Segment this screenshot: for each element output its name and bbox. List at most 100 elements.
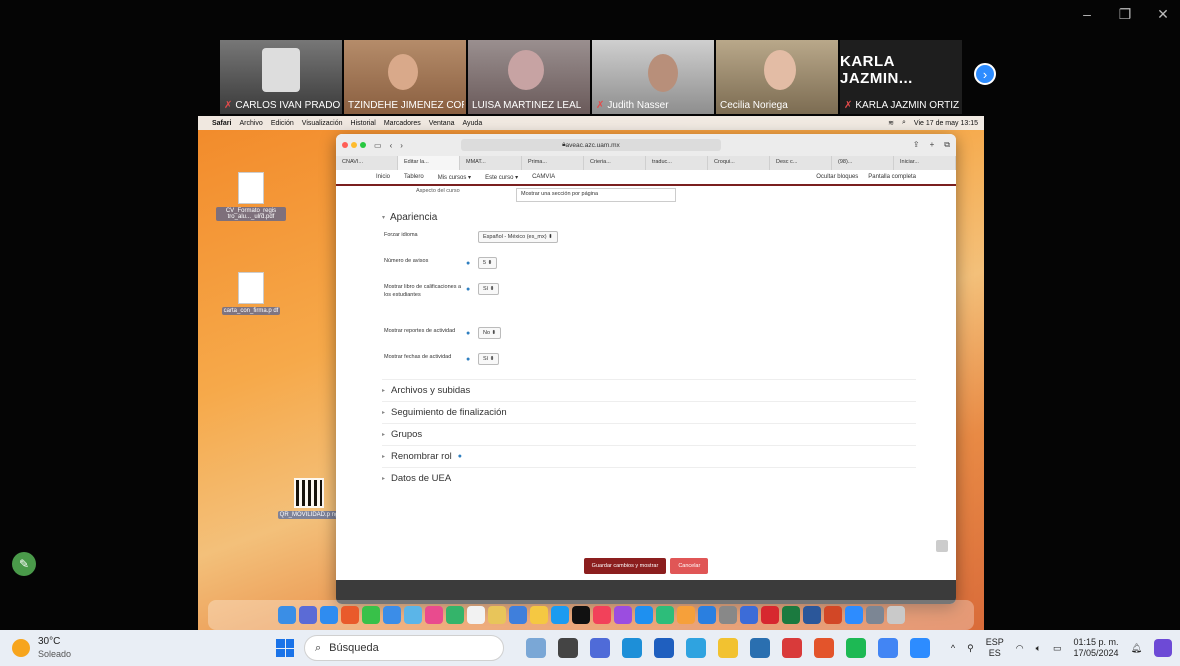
show-dates-select[interactable]: Sí ⬍ (478, 353, 500, 365)
file-explorer-icon[interactable] (718, 638, 738, 658)
course-layout-select[interactable]: Mostrar una sección por página (516, 188, 676, 202)
messages-icon[interactable] (361, 606, 380, 624)
participant-tile-active-speaker[interactable]: TZINDEHE JIMENEZ CORR... (344, 40, 466, 114)
safari-icon[interactable] (319, 606, 338, 624)
office-icon[interactable] (814, 638, 834, 658)
help-icon[interactable]: ● (466, 286, 478, 293)
participant-tile[interactable]: KARLA JAZMIN... ✗ KARLA JAZMIN ORTIZ ... (840, 40, 962, 114)
battery-icon[interactable]: ▭ (1053, 643, 1062, 654)
keynote-icon[interactable] (697, 606, 716, 624)
taskbar-clock[interactable]: 01:15 p. m. 17/05/2024 (1074, 637, 1119, 659)
copilot-icon[interactable] (1154, 639, 1172, 657)
close-window-icon[interactable] (342, 142, 348, 148)
browser-tab[interactable]: Croqui... (708, 156, 770, 170)
zoom-icon[interactable] (844, 606, 863, 624)
launchpad-icon[interactable] (298, 606, 317, 624)
section-grupos-header[interactable]: ▸ Grupos (382, 423, 916, 445)
reminders-icon[interactable] (508, 606, 527, 624)
hide-blocks-button[interactable]: Ocultar bloques (816, 174, 858, 180)
app-store-icon[interactable] (634, 606, 653, 624)
nav-mis-cursos[interactable]: Mis cursos ▾ (438, 174, 471, 181)
pages-icon[interactable] (676, 606, 695, 624)
teams-icon[interactable] (590, 638, 610, 658)
freeform-icon[interactable] (550, 606, 569, 624)
bluetooth-icon[interactable] (739, 606, 758, 624)
nav-este-curso[interactable]: Este curso ▾ (485, 174, 518, 181)
numbers-icon[interactable] (655, 606, 674, 624)
menu-ayuda[interactable]: Ayuda (462, 120, 482, 127)
store-icon[interactable] (750, 638, 770, 658)
menu-marcadores[interactable]: Marcadores (384, 120, 421, 127)
share-icon[interactable]: ⇪ (913, 140, 920, 150)
browser-tab[interactable]: CNAVI... (336, 156, 398, 170)
browser-tab[interactable]: Desc c... (770, 156, 832, 170)
zoom-window-icon[interactable] (360, 142, 366, 148)
desktop-file-icon[interactable]: QR_MOVILIDAD.p ng (274, 478, 344, 519)
help-icon[interactable]: ● (466, 330, 478, 337)
sidebar-icon[interactable]: ▭ (374, 141, 382, 150)
fullscreen-button[interactable]: Pantalla completa (868, 174, 916, 180)
facetime-icon[interactable] (445, 606, 464, 624)
weather-widget[interactable]: 30°C Soleado (0, 636, 180, 660)
address-bar[interactable]: 🔒︎ aveac.azc.uam.mx (460, 139, 721, 151)
restore-icon[interactable]: ❐ (1118, 6, 1132, 23)
chrome-icon[interactable] (686, 638, 706, 658)
browser-tab-active[interactable]: Editar la... (398, 156, 460, 170)
show-reports-select[interactable]: No ⬍ (478, 327, 502, 339)
desktop-file-icon[interactable]: CV_Formato_regis tro_alu..._ulrd.pdf (216, 172, 286, 221)
word-icon[interactable] (802, 606, 821, 624)
browser-tab[interactable]: MMAT... (460, 156, 522, 170)
menu-historial[interactable]: Historial (351, 120, 376, 127)
save-and-display-button[interactable]: Guardar cambios y mostrar (583, 558, 667, 574)
volume-icon[interactable]: 🔈︎ (1036, 643, 1041, 654)
minimize-icon[interactable]: – (1080, 6, 1094, 23)
cancel-button[interactable]: Cancelar (670, 558, 709, 574)
show-grades-select[interactable]: Sí ⬍ (478, 283, 500, 295)
close-icon[interactable]: ✕ (1156, 6, 1170, 23)
acrobat-icon[interactable] (760, 606, 779, 624)
nav-tablero[interactable]: Tablero (404, 174, 424, 180)
lens-icon[interactable] (654, 638, 674, 658)
menu-safari[interactable]: Safari (212, 120, 231, 127)
photos-icon[interactable] (424, 606, 443, 624)
wifi-icon[interactable]: ≋ (888, 119, 894, 127)
notes-icon[interactable] (529, 606, 548, 624)
desktop-file-icon[interactable]: carta_con_firma.p df (216, 272, 286, 315)
help-icon[interactable]: ● (466, 260, 478, 267)
wifi-icon[interactable]: ◠ (1016, 643, 1024, 654)
participant-tile[interactable]: Cecilia Noriega (716, 40, 838, 114)
section-renombrar-rol-header[interactable]: ▸ Renombrar rol ● (382, 445, 916, 467)
next-participants-button[interactable]: › (974, 63, 996, 85)
help-icon[interactable]: ● (466, 356, 478, 363)
language-select[interactable]: Español - México (es_mx) ⬍ (478, 231, 558, 243)
section-datos-uea-header[interactable]: ▸ Datos de UEA (382, 467, 916, 489)
preview-icon[interactable] (865, 606, 884, 624)
bell-icon[interactable]: 🔔︎ (1131, 643, 1142, 654)
scroll-to-top-button[interactable] (936, 540, 948, 552)
section-seguimiento-header[interactable]: ▸ Seguimiento de finalización (382, 401, 916, 423)
help-icon[interactable]: ● (458, 453, 462, 460)
browser-tab[interactable]: Crieria... (584, 156, 646, 170)
windows-start-icon[interactable] (276, 639, 294, 657)
section-archivos-header[interactable]: ▸ Archivos y subidas (382, 379, 916, 401)
calendar-icon[interactable] (466, 606, 485, 624)
powerpoint-icon[interactable] (823, 606, 842, 624)
menu-archivo[interactable]: Archivo (239, 120, 262, 127)
menu-visualizacion[interactable]: Visualización (302, 120, 343, 127)
chrome-beta-icon[interactable] (878, 638, 898, 658)
annotate-pencil-icon[interactable]: ✎ (12, 552, 36, 576)
trash-icon[interactable] (886, 606, 905, 624)
podcasts-icon[interactable] (613, 606, 632, 624)
participant-tile[interactable]: ✗ CARLOS IVAN PRADO ... (220, 40, 342, 114)
music-icon[interactable] (592, 606, 611, 624)
minimize-window-icon[interactable] (351, 142, 357, 148)
tv-icon[interactable] (571, 606, 590, 624)
menu-ventana[interactable]: Ventana (429, 120, 455, 127)
usb-icon[interactable]: ⚲ (967, 643, 974, 654)
nav-camvia[interactable]: CAMVIA (532, 174, 555, 180)
new-tab-icon[interactable]: + (930, 140, 935, 150)
mcafee-icon[interactable] (782, 638, 802, 658)
forward-icon[interactable]: › (400, 141, 403, 150)
excel-icon[interactable] (781, 606, 800, 624)
tabs-overview-icon[interactable]: ⧉ (944, 140, 950, 150)
